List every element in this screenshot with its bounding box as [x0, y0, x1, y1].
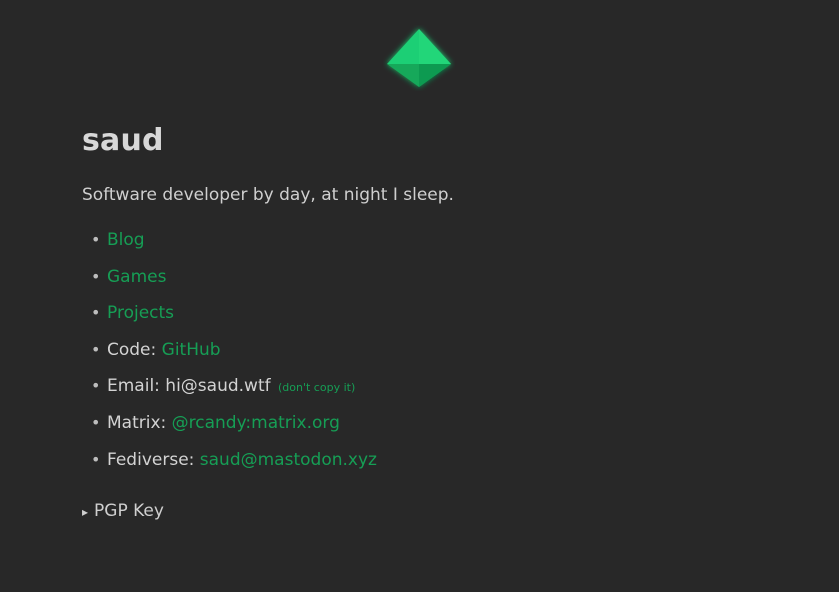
- list-item-email: • Email: hi@saud.wtf (don't copy it): [82, 375, 782, 412]
- list-item-projects: • Projects: [82, 302, 782, 339]
- bullet: •: [91, 412, 101, 432]
- email-note: (don't copy it): [278, 381, 356, 395]
- list-item-matrix: • Matrix: @rcandy:matrix.org: [82, 412, 782, 449]
- bullet: •: [91, 339, 101, 359]
- bullet: •: [91, 230, 101, 249]
- fediverse-link[interactable]: saud@mastodon.xyz: [200, 450, 377, 470]
- page: saud Software developer by day, at night…: [0, 0, 839, 592]
- matrix-link[interactable]: @rcandy:matrix.org: [172, 413, 340, 433]
- blog-link[interactable]: Blog: [107, 230, 145, 250]
- bullet: •: [91, 376, 101, 396]
- pgp-key-toggle[interactable]: ▸ PGP Key: [82, 500, 164, 523]
- pgp-key-label: PGP Key: [94, 501, 164, 522]
- github-link[interactable]: GitHub: [162, 340, 221, 360]
- list-item-code: • Code: GitHub: [82, 339, 782, 376]
- green-gem-icon: [387, 29, 451, 87]
- main-content: saud Software developer by day, at night…: [82, 118, 782, 523]
- games-link[interactable]: Games: [107, 267, 166, 287]
- email-text: Email: hi@saud.wtf: [107, 376, 271, 397]
- list-item-games: • Games: [82, 266, 782, 303]
- list-item-blog: • Blog: [82, 229, 782, 266]
- link-list: • Blog • Games • Projects • Code: GitHub…: [82, 229, 782, 485]
- bullet: •: [91, 303, 101, 323]
- page-title: saud: [82, 123, 164, 158]
- projects-link[interactable]: Projects: [107, 303, 174, 323]
- tagline: Software developer by day, at night I sl…: [82, 185, 454, 205]
- fediverse-label: Fediverse:: [107, 449, 200, 470]
- bullet: •: [91, 449, 101, 469]
- code-label: Code:: [107, 339, 162, 360]
- disclosure-triangle-icon: ▸: [82, 505, 89, 520]
- list-item-fediverse: • Fediverse: saud@mastodon.xyz: [82, 449, 782, 486]
- matrix-label: Matrix:: [107, 412, 172, 433]
- bullet: •: [91, 266, 101, 286]
